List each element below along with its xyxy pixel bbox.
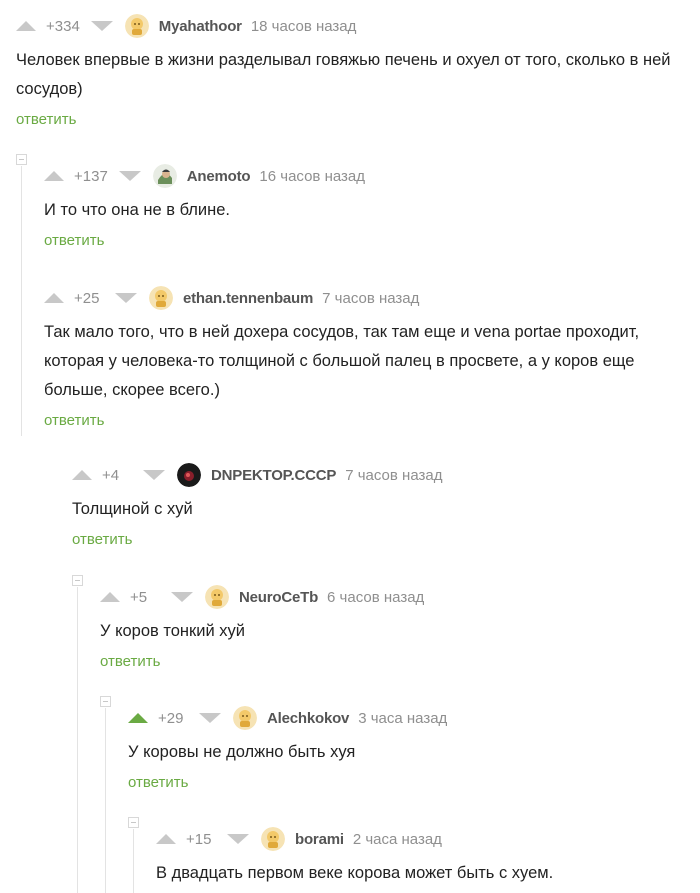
reply-link[interactable]: ответить bbox=[44, 232, 104, 249]
upvote-icon[interactable] bbox=[156, 834, 176, 844]
thread-line bbox=[77, 587, 78, 893]
comment-header: +334 Myahathoor 18 часов назад bbox=[16, 14, 696, 38]
reply-link[interactable]: ответить bbox=[72, 531, 132, 548]
comment-text: И то что она не в блине. bbox=[44, 201, 231, 219]
comment-time[interactable]: 7 часов назад bbox=[345, 467, 442, 484]
default-avatar-icon[interactable] bbox=[149, 286, 173, 310]
comment: +5 NeuroCeTb 6 часов назад У коров тонки… bbox=[100, 585, 680, 671]
reply-link[interactable]: ответить bbox=[128, 774, 188, 791]
thread-line bbox=[133, 829, 134, 893]
downvote-icon[interactable] bbox=[90, 21, 113, 31]
comment-author[interactable]: DNPEKTOP.CCCP bbox=[211, 467, 336, 484]
comment-rating: +29 bbox=[158, 709, 184, 727]
comment-time[interactable]: 18 часов назад bbox=[251, 18, 357, 35]
comment-author[interactable]: Myahathoor bbox=[159, 18, 242, 35]
comment: +29 Alechkokov 3 часа назад У коровы не … bbox=[128, 706, 688, 792]
upvote-icon[interactable] bbox=[100, 592, 120, 602]
default-avatar-icon[interactable] bbox=[124, 14, 149, 38]
collapse-toggle[interactable] bbox=[100, 696, 111, 707]
dark-photo-avatar[interactable] bbox=[177, 463, 201, 487]
upvote-icon[interactable] bbox=[44, 293, 64, 303]
comment: +137 Anemoto 16 часов назад И то что она… bbox=[44, 164, 694, 250]
default-avatar-icon[interactable] bbox=[233, 706, 257, 730]
comment-author[interactable]: Alechkokov bbox=[267, 710, 349, 727]
comment-header: +29 Alechkokov 3 часа назад bbox=[128, 706, 688, 730]
comment-header: +15 borami 2 часа назад bbox=[156, 827, 696, 851]
comment-author[interactable]: Anemoto bbox=[187, 168, 251, 185]
comment-author[interactable]: ethan.tennenbaum bbox=[183, 290, 313, 307]
reply-link[interactable]: ответить bbox=[44, 412, 104, 429]
downvote-icon[interactable] bbox=[199, 713, 221, 723]
comment-text: Так мало того, что в ней дохера сосудов,… bbox=[44, 323, 640, 399]
comment-time[interactable]: 3 часа назад bbox=[358, 710, 447, 727]
comment: +334 Myahathoor 18 часов назад Человек в… bbox=[16, 14, 696, 129]
comment-time[interactable]: 16 часов назад bbox=[259, 168, 365, 185]
downvote-icon[interactable] bbox=[143, 470, 165, 480]
upvote-icon[interactable] bbox=[72, 470, 92, 480]
upvote-icon[interactable] bbox=[128, 713, 148, 723]
downvote-icon[interactable] bbox=[227, 834, 249, 844]
comment-time[interactable]: 2 часа назад bbox=[353, 831, 442, 848]
downvote-icon[interactable] bbox=[118, 171, 141, 181]
comment-rating: +25 bbox=[74, 289, 100, 307]
comment-author[interactable]: borami bbox=[295, 831, 344, 848]
comment-header: +5 NeuroCeTb 6 часов назад bbox=[100, 585, 680, 609]
thread-line bbox=[105, 708, 106, 893]
collapse-toggle[interactable] bbox=[128, 817, 139, 828]
user-photo-avatar[interactable] bbox=[152, 164, 177, 188]
comment-rating: +334 bbox=[46, 17, 80, 35]
comment-author[interactable]: NeuroCeTb bbox=[239, 589, 318, 606]
comment-text: Человек впервые в жизни разделывал говяж… bbox=[16, 51, 671, 98]
reply-link[interactable]: ответить bbox=[16, 111, 76, 128]
comment-header: +137 Anemoto 16 часов назад bbox=[44, 164, 694, 188]
comment-time[interactable]: 6 часов назад bbox=[327, 589, 424, 606]
comment-rating: +5 bbox=[130, 588, 148, 606]
thread-line bbox=[21, 166, 22, 436]
comment-text: В двадцать первом веке корова может быть… bbox=[156, 864, 554, 882]
comment-rating: +137 bbox=[74, 167, 108, 185]
comment-rating: +4 bbox=[102, 466, 120, 484]
collapse-toggle[interactable] bbox=[72, 575, 83, 586]
comment-text: Толщиной с хуй bbox=[72, 500, 193, 518]
comment-time[interactable]: 7 часов назад bbox=[322, 290, 419, 307]
upvote-icon[interactable] bbox=[44, 171, 64, 181]
upvote-icon[interactable] bbox=[16, 21, 36, 31]
collapse-toggle[interactable] bbox=[16, 154, 27, 165]
comment: +25 ethan.tennenbaum 7 часов назад Так м… bbox=[44, 286, 684, 430]
comment: +4 DNPEKTOP.CCCP 7 часов назад Толщиной … bbox=[72, 463, 672, 549]
comment: +15 borami 2 часа назад В двадцать перво… bbox=[156, 827, 696, 888]
reply-link[interactable]: ответить bbox=[100, 653, 160, 670]
comment-text: У коров тонкий хуй bbox=[100, 622, 245, 640]
downvote-icon[interactable] bbox=[171, 592, 193, 602]
comment-header: +4 DNPEKTOP.CCCP 7 часов назад bbox=[72, 463, 672, 487]
downvote-icon[interactable] bbox=[115, 293, 137, 303]
default-avatar-icon[interactable] bbox=[261, 827, 285, 851]
default-avatar-icon[interactable] bbox=[205, 585, 229, 609]
comment-text: У коровы не должно быть хуя bbox=[128, 743, 356, 761]
comment-rating: +15 bbox=[186, 830, 212, 848]
comment-header: +25 ethan.tennenbaum 7 часов назад bbox=[44, 286, 684, 310]
